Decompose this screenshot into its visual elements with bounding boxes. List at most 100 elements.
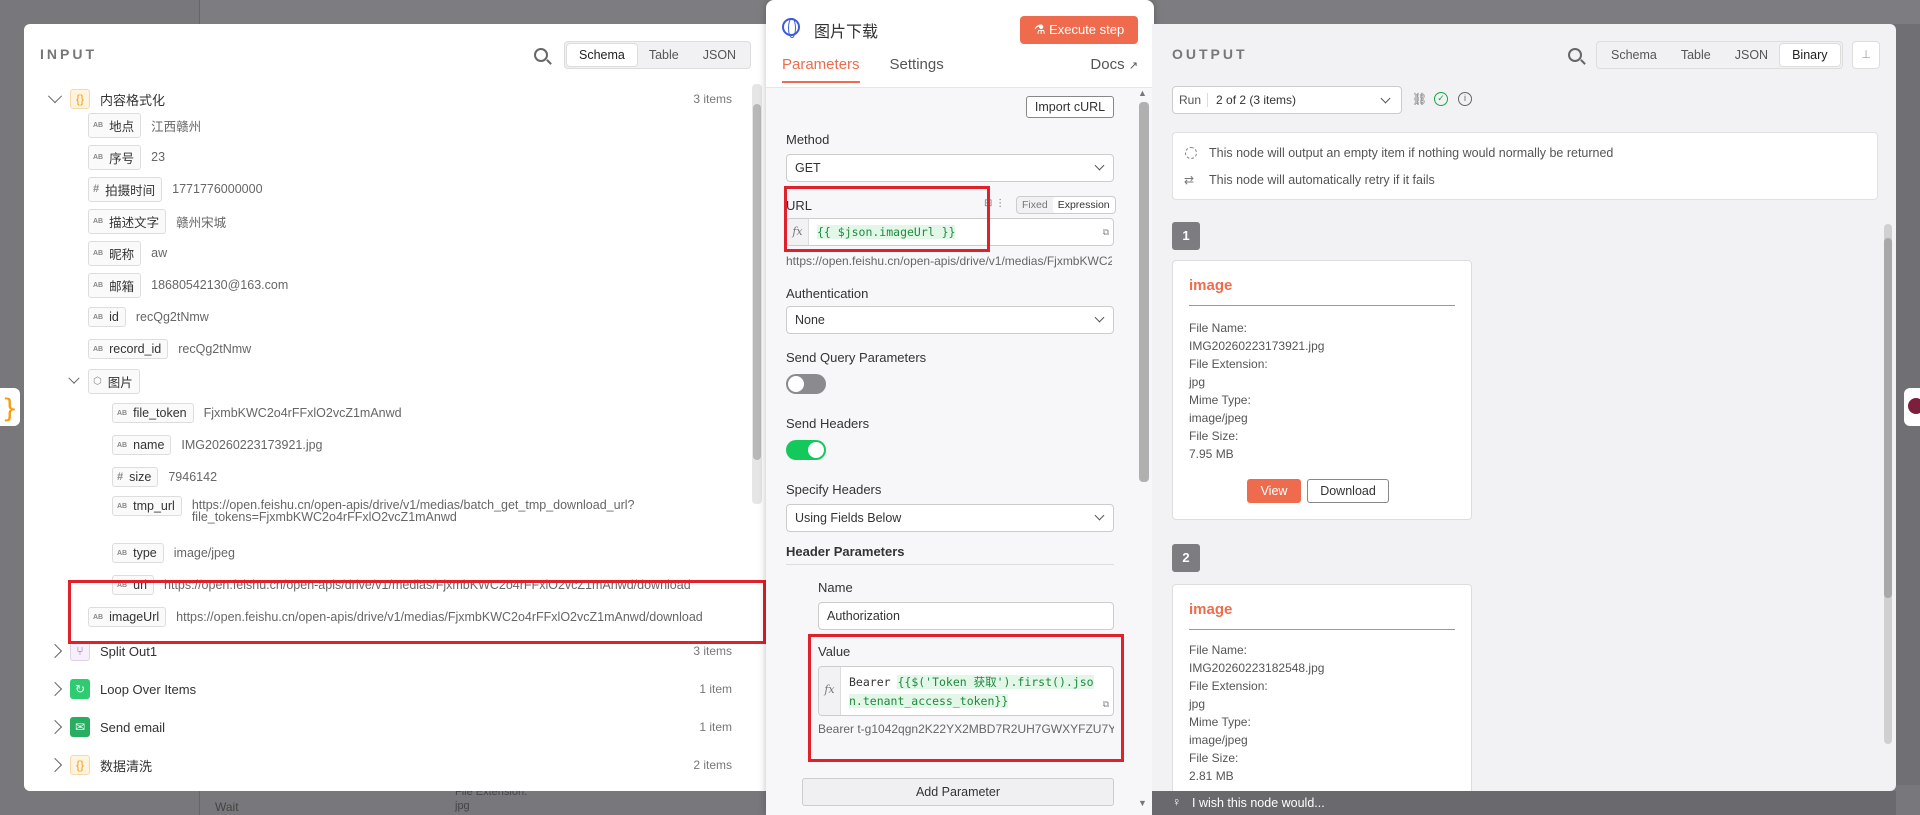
tab-table[interactable]: Table — [1669, 44, 1723, 66]
header-params-label: Header Parameters — [786, 544, 905, 559]
info-icon[interactable]: i — [1458, 92, 1472, 106]
chevron-right-icon[interactable] — [47, 681, 63, 697]
field-row[interactable]: AB record_id recQg2tNmw — [88, 336, 251, 362]
link-icon[interactable]: ⛓ — [1412, 92, 1427, 106]
add-parameter-button[interactable]: Add Parameter — [802, 778, 1114, 806]
tab-schema[interactable]: Schema — [1599, 44, 1669, 66]
output-scroll-thumb[interactable] — [1884, 238, 1892, 598]
scroll-down-icon[interactable]: ▼ — [1138, 798, 1147, 808]
field-row[interactable]: # size 7946142 — [112, 464, 217, 490]
object-type-icon: ⬡ — [93, 375, 102, 387]
scroll-up-icon[interactable]: ▲ — [1138, 88, 1147, 98]
method-label: Method — [786, 132, 830, 147]
chevron-down-icon — [1380, 93, 1391, 104]
header-name-input[interactable]: Authorization — [818, 602, 1114, 630]
field-row[interactable]: AB 昵称 aw — [88, 240, 167, 266]
field-row[interactable]: AB tmp_url https://open.feishu.cn/open-ap… — [112, 496, 634, 536]
external-link-icon: ↗ — [1128, 60, 1138, 72]
mime-type: image/jpeg — [1189, 411, 1248, 425]
params-scroll-thumb[interactable] — [1139, 102, 1149, 482]
string-type-icon: AB — [93, 281, 104, 289]
tree-node-send-email[interactable]: ✉ Send email 1 item — [47, 714, 756, 740]
field-key: AB type — [112, 543, 164, 563]
field-value: recQg2tNmw — [135, 310, 209, 324]
canvas-node-right — [1904, 388, 1920, 426]
tab-parameters[interactable]: Parameters — [782, 56, 860, 83]
tab-json[interactable]: JSON — [1723, 44, 1780, 66]
url-mode-toggle: Fixed Expression — [1016, 196, 1116, 214]
auth-select[interactable]: None — [786, 306, 1114, 334]
auth-label: Authentication — [786, 286, 869, 301]
import-curl-button[interactable]: Import cURL — [1026, 96, 1114, 118]
field-row[interactable]: AB 序号 23 — [88, 144, 165, 170]
item-count: 1 item — [699, 682, 732, 696]
mode-expression[interactable]: Expression — [1052, 197, 1115, 213]
item-index-badge: 1 — [1172, 222, 1200, 250]
field-row[interactable]: AB imageUrl https://open.feishu.cn/open-a… — [88, 604, 703, 630]
code-braces-icon: } — [2, 394, 18, 424]
field-row[interactable]: AB type image/jpeg — [112, 540, 235, 566]
mode-fixed[interactable]: Fixed — [1017, 197, 1053, 213]
tree-node-image-group[interactable]: ⬡ 图片 — [68, 368, 150, 394]
field-key: # 拍摄时间 — [88, 176, 163, 202]
tree-node-loop[interactable]: ↻ Loop Over Items 1 item — [47, 676, 756, 702]
url-drag-icon[interactable]: ⊟ ⋮ — [984, 198, 1005, 209]
search-icon[interactable] — [1568, 48, 1582, 62]
string-type-icon: AB — [93, 313, 104, 321]
url-expression-input[interactable]: fx {{ $json.imageUrl }} ⧉ — [786, 218, 1114, 246]
run-selector[interactable]: Run 2 of 2 (3 items) — [1172, 86, 1402, 114]
chevron-right-icon[interactable] — [47, 757, 63, 773]
field-value: https://open.feishu.cn/open-apis/drive/v… — [164, 578, 691, 592]
chevron-right-icon[interactable] — [47, 719, 63, 735]
chevron-right-icon[interactable] — [47, 643, 63, 659]
string-type-icon: AB — [93, 345, 104, 353]
file-name: IMG20260223173921.jpg — [1189, 339, 1325, 353]
method-select[interactable]: GET — [786, 154, 1114, 182]
field-row[interactable]: AB file_token FjxmbKWC2o4rFFxlO2vcZ1mAnwd — [112, 400, 402, 426]
field-row[interactable]: AB url https://open.feishu.cn/open-apis/d… — [112, 572, 691, 598]
pin-icon[interactable]: ⊥ — [1852, 41, 1880, 69]
field-row[interactable]: AB 地点 江西赣州 — [88, 112, 201, 138]
specify-headers-label: Specify Headers — [786, 482, 882, 497]
tab-settings[interactable]: Settings — [890, 56, 944, 83]
globe-icon — [782, 18, 800, 38]
tree-node-root[interactable]: {} 内容格式化 3 items — [47, 86, 756, 112]
field-row[interactable]: AB 描述文字 赣州宋城 — [88, 208, 226, 234]
tree-node-data-clean[interactable]: {} 数据清洗 2 items — [47, 752, 756, 778]
docs-link[interactable]: Docs ↗ — [1090, 56, 1138, 73]
header-value-input[interactable]: fx Bearer {{$('Token 获取').first().jso n.… — [818, 666, 1114, 716]
tab-schema[interactable]: Schema — [567, 44, 637, 66]
input-title: INPUT — [40, 46, 97, 62]
field-row[interactable]: AB name IMG20260223173921.jpg — [112, 432, 323, 458]
tab-binary[interactable]: Binary — [1780, 44, 1840, 66]
notice-empty-output: This node will output an empty item if n… — [1209, 146, 1614, 160]
send-query-toggle[interactable] — [786, 374, 826, 394]
node-title[interactable]: 图片下载 — [814, 18, 878, 42]
field-row[interactable]: # 拍摄时间 1771776000000 — [88, 176, 263, 202]
field-value: 23 — [151, 150, 166, 164]
chevron-down-icon[interactable] — [47, 89, 63, 104]
specify-headers-select[interactable]: Using Fields Below — [786, 504, 1114, 532]
search-icon[interactable] — [534, 48, 548, 62]
field-row[interactable]: AB id recQg2tNmw — [88, 304, 209, 330]
field-key: AB file_token — [112, 403, 194, 423]
tree-node-split-out[interactable]: ⑂ Split Out1 3 items — [47, 638, 756, 664]
binary-title: image — [1189, 601, 1233, 618]
field-row[interactable]: AB 邮箱 18680542130@163.com — [88, 272, 288, 298]
input-scroll-thumb[interactable] — [753, 104, 761, 460]
send-headers-toggle[interactable] — [786, 440, 826, 460]
field-key: AB tmp_url — [112, 496, 182, 516]
node-label: Loop Over Items — [100, 681, 197, 697]
download-button[interactable]: Download — [1307, 479, 1389, 503]
view-button[interactable]: View — [1247, 479, 1301, 503]
feedback-bar[interactable]: ♀ I wish this node would... — [1152, 791, 1896, 815]
tab-json[interactable]: JSON — [691, 44, 748, 66]
expand-icon[interactable]: ⧉ — [1103, 227, 1109, 238]
chevron-down-icon[interactable] — [68, 372, 80, 384]
chevron-down-icon — [1094, 312, 1105, 323]
field-key: ⬡ 图片 — [88, 368, 140, 394]
field-key: AB 邮箱 — [88, 272, 142, 298]
tab-table[interactable]: Table — [637, 44, 691, 66]
expand-icon[interactable]: ⧉ — [1103, 699, 1109, 710]
execute-step-button[interactable]: ⚗ Execute step — [1020, 16, 1138, 44]
